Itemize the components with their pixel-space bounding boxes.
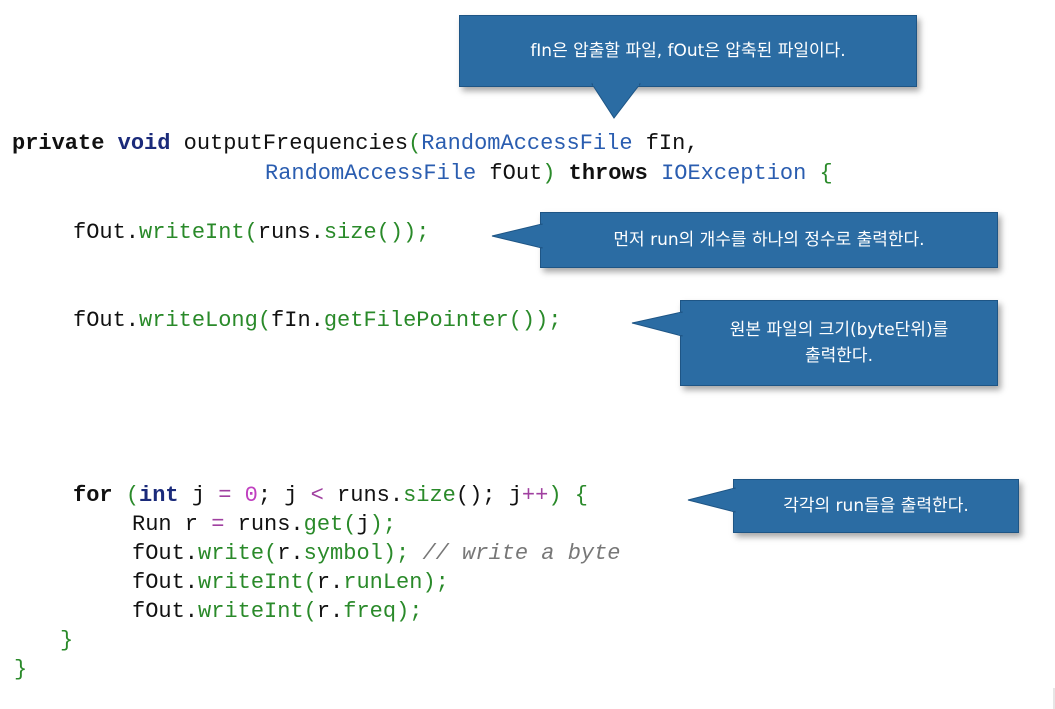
callout-loop-pointer xyxy=(687,487,737,513)
